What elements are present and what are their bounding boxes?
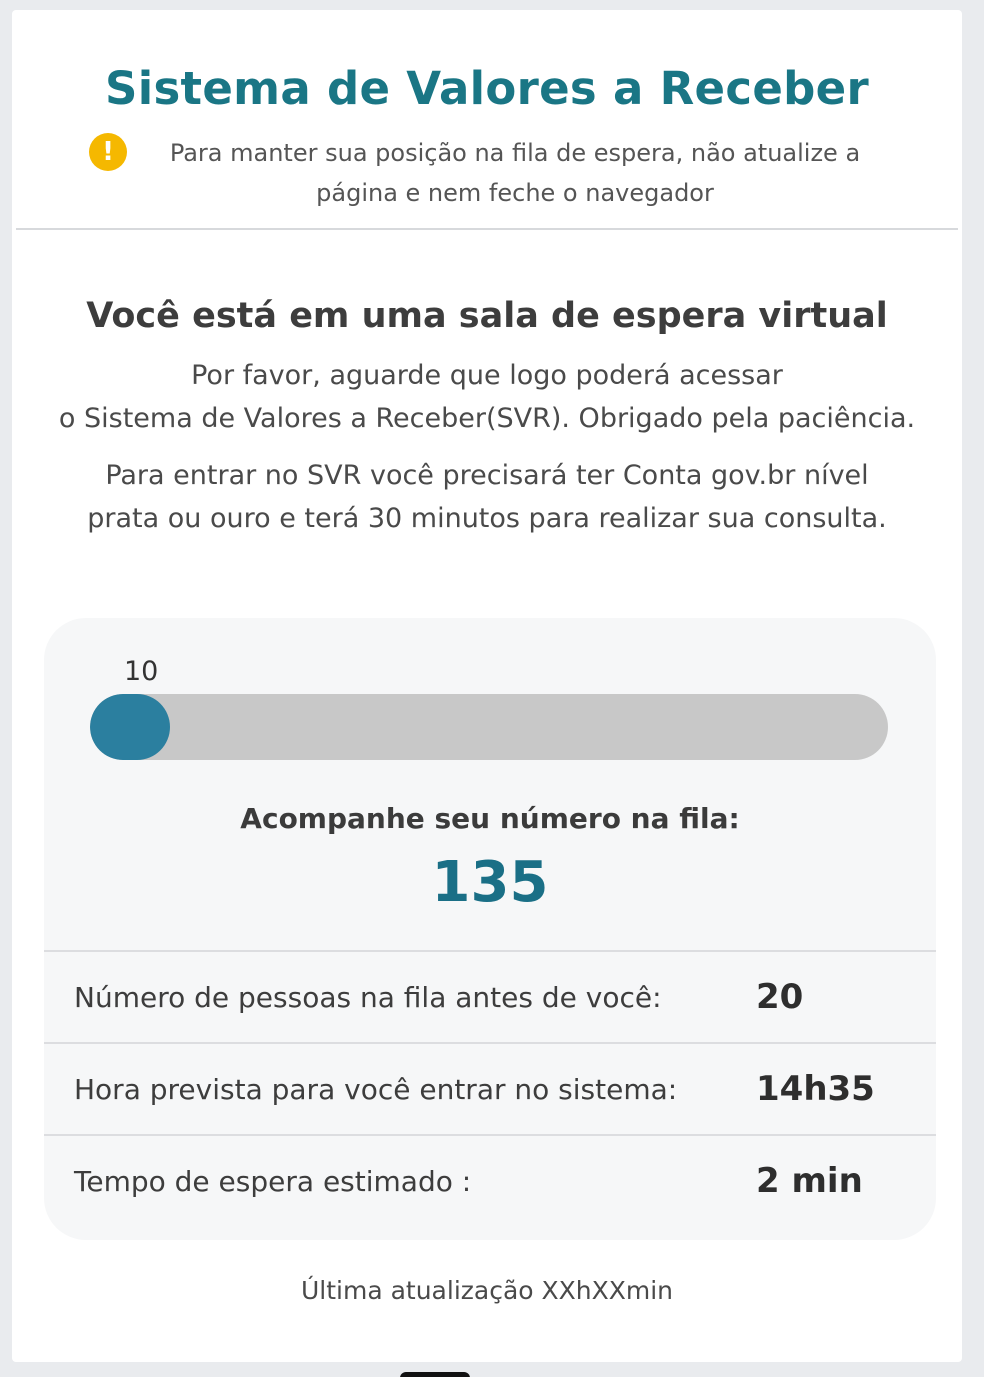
waiting-room-card: Sistema de Valores a Receber ! Para mant… <box>12 10 962 1362</box>
exclamation-icon: ! <box>89 133 127 171</box>
queue-number-label: Acompanhe seu número na fila: <box>240 802 740 835</box>
requirements-line-2: prata ou ouro e terá 30 minutos para rea… <box>87 503 887 534</box>
progress-label: 10 <box>124 656 159 687</box>
queue-stats: Número de pessoas na fila antes de você:… <box>44 950 936 1226</box>
page-header: Sistema de Valores a Receber ! Para mant… <box>16 10 958 230</box>
warning-notice: ! Para manter sua posição na fila de esp… <box>16 133 958 213</box>
wait-time-value: 2 min <box>756 1161 863 1201</box>
people-ahead-label: Número de pessoas na fila antes de você: <box>74 980 662 1014</box>
entry-time-value: 14h35 <box>756 1069 875 1109</box>
intro-message: Por favor, aguarde que logo poderá acess… <box>12 354 962 440</box>
device-notch <box>400 1372 470 1377</box>
stat-row-people-ahead: Número de pessoas na fila antes de você:… <box>44 950 936 1042</box>
intro-line-1: Por favor, aguarde que logo poderá acess… <box>191 360 783 391</box>
intro-line-2: o Sistema de Valores a Receber(SVR). Obr… <box>58 403 916 434</box>
waiting-room-heading: Você está em uma sala de espera virtual <box>86 296 888 336</box>
people-ahead-value: 20 <box>756 977 804 1017</box>
queue-progress-fill <box>90 694 170 760</box>
requirements-line-1: Para entrar no SVR você precisará ter Co… <box>105 460 869 491</box>
queue-panel: 10 Acompanhe seu número na fila: 135 Núm… <box>44 618 936 1240</box>
warning-text: Para manter sua posição na fila de esper… <box>169 139 861 207</box>
queue-progress-bar <box>90 694 888 760</box>
access-requirements: Para entrar no SVR você precisará ter Co… <box>12 454 962 540</box>
entry-time-label: Hora prevista para você entrar no sistem… <box>74 1072 678 1106</box>
stat-row-entry-time: Hora prevista para você entrar no sistem… <box>44 1042 936 1134</box>
page-title: Sistema de Valores a Receber <box>105 62 869 115</box>
queue-number: 135 <box>431 850 549 915</box>
last-update-text: Última atualização XXhXXmin <box>300 1276 674 1305</box>
stat-row-wait-time: Tempo de espera estimado : 2 min <box>44 1134 936 1226</box>
wait-time-label: Tempo de espera estimado : <box>74 1164 472 1198</box>
